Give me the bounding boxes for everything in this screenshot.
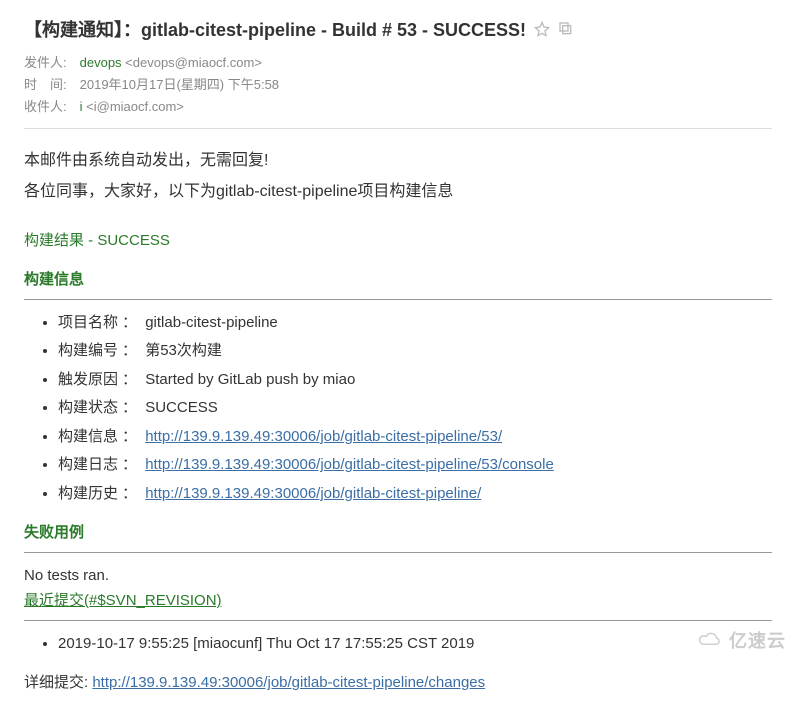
build-item-value: gitlab-citest-pipeline: [145, 314, 278, 331]
to-email: <i@miaocf.com>: [86, 96, 184, 118]
watermark-text: 亿速云: [729, 627, 786, 653]
build-item-link[interactable]: http://139.9.139.49:30006/job/gitlab-cit…: [145, 428, 502, 445]
time-label: 时 间:: [24, 74, 76, 96]
build-item-label: 触发原因: [58, 367, 118, 393]
to-label: 收件人:: [24, 96, 76, 118]
build-result-heading: 构建结果 - SUCCESS: [24, 228, 772, 254]
build-item-label: 构建编号: [58, 338, 118, 364]
email-header: 【构建通知】：gitlab-citest-pipeline - Build # …: [24, 16, 772, 129]
detail-commit-row: 详细提交: http://139.9.139.49:30006/job/gitl…: [24, 670, 772, 696]
separator: ：: [122, 485, 137, 502]
build-item-label: 构建状态: [58, 395, 118, 421]
separator: ：: [122, 371, 137, 388]
divider: [24, 552, 772, 553]
build-item-label: 构建历史: [58, 481, 118, 507]
commit-item: 2019-10-17 9:55:25 [miaocunf] Thu Oct 17…: [58, 631, 772, 657]
cloud-icon: [697, 631, 725, 649]
from-name[interactable]: devops: [80, 52, 122, 74]
build-info-item: 构建信息： http://139.9.139.49:30006/job/gitl…: [58, 424, 772, 450]
email-subject: 【构建通知】：gitlab-citest-pipeline - Build # …: [24, 16, 526, 42]
build-item-value: SUCCESS: [145, 399, 218, 416]
popout-icon[interactable]: [558, 21, 574, 37]
separator: ：: [122, 314, 137, 331]
to-row: 收件人: i <i@miaocf.com>: [24, 96, 772, 118]
detail-commit-link[interactable]: http://139.9.139.49:30006/job/gitlab-cit…: [92, 674, 485, 691]
separator: ：: [122, 342, 137, 359]
email-body: 本邮件由系统自动发出，无需回复! 各位同事，大家好，以下为gitlab-cite…: [24, 147, 772, 695]
build-item-label: 构建日志: [58, 452, 118, 478]
from-label: 发件人:: [24, 52, 76, 74]
commit-list: 2019-10-17 9:55:25 [miaocunf] Thu Oct 17…: [48, 631, 772, 657]
time-value: 2019年10月17日(星期四) 下午5:58: [80, 74, 279, 96]
recent-commit-label: 最近提交(#$SVN_REVISION): [24, 588, 772, 614]
build-info-item: 构建日志： http://139.9.139.49:30006/job/gitl…: [58, 452, 772, 478]
no-tests-text: No tests ran.: [24, 563, 772, 589]
star-icon[interactable]: [534, 21, 550, 37]
from-email: <devops@miaocf.com>: [125, 52, 262, 74]
build-item-label: 项目名称: [58, 310, 118, 336]
intro-line-2: 各位同事，大家好，以下为gitlab-citest-pipeline项目构建信息: [24, 178, 772, 205]
build-info-item: 构建状态： SUCCESS: [58, 395, 772, 421]
build-info-heading: 构建信息: [24, 267, 772, 293]
build-info-item: 构建编号： 第53次构建: [58, 338, 772, 364]
from-row: 发件人: devops <devops@miaocf.com>: [24, 52, 772, 74]
build-item-value: 第53次构建: [145, 342, 222, 359]
separator: ：: [122, 456, 137, 473]
divider: [24, 299, 772, 300]
subject-row: 【构建通知】：gitlab-citest-pipeline - Build # …: [24, 16, 772, 42]
build-item-value: Started by GitLab push by miao: [145, 371, 355, 388]
build-info-item: 项目名称： gitlab-citest-pipeline: [58, 310, 772, 336]
build-info-item: 触发原因： Started by GitLab push by miao: [58, 367, 772, 393]
intro-line-1: 本邮件由系统自动发出，无需回复!: [24, 147, 772, 174]
time-row: 时 间: 2019年10月17日(星期四) 下午5:58: [24, 74, 772, 96]
watermark: 亿速云: [697, 627, 786, 653]
failed-cases-heading: 失败用例: [24, 520, 772, 546]
divider: [24, 620, 772, 621]
build-item-link[interactable]: http://139.9.139.49:30006/job/gitlab-cit…: [145, 485, 481, 502]
build-item-link[interactable]: http://139.9.139.49:30006/job/gitlab-cit…: [145, 456, 554, 473]
detail-commit-label: 详细提交:: [24, 674, 88, 691]
separator: ：: [122, 399, 137, 416]
build-info-list: 项目名称： gitlab-citest-pipeline构建编号： 第53次构建…: [48, 310, 772, 507]
build-item-label: 构建信息: [58, 424, 118, 450]
build-info-item: 构建历史： http://139.9.139.49:30006/job/gitl…: [58, 481, 772, 507]
separator: ：: [122, 428, 137, 445]
